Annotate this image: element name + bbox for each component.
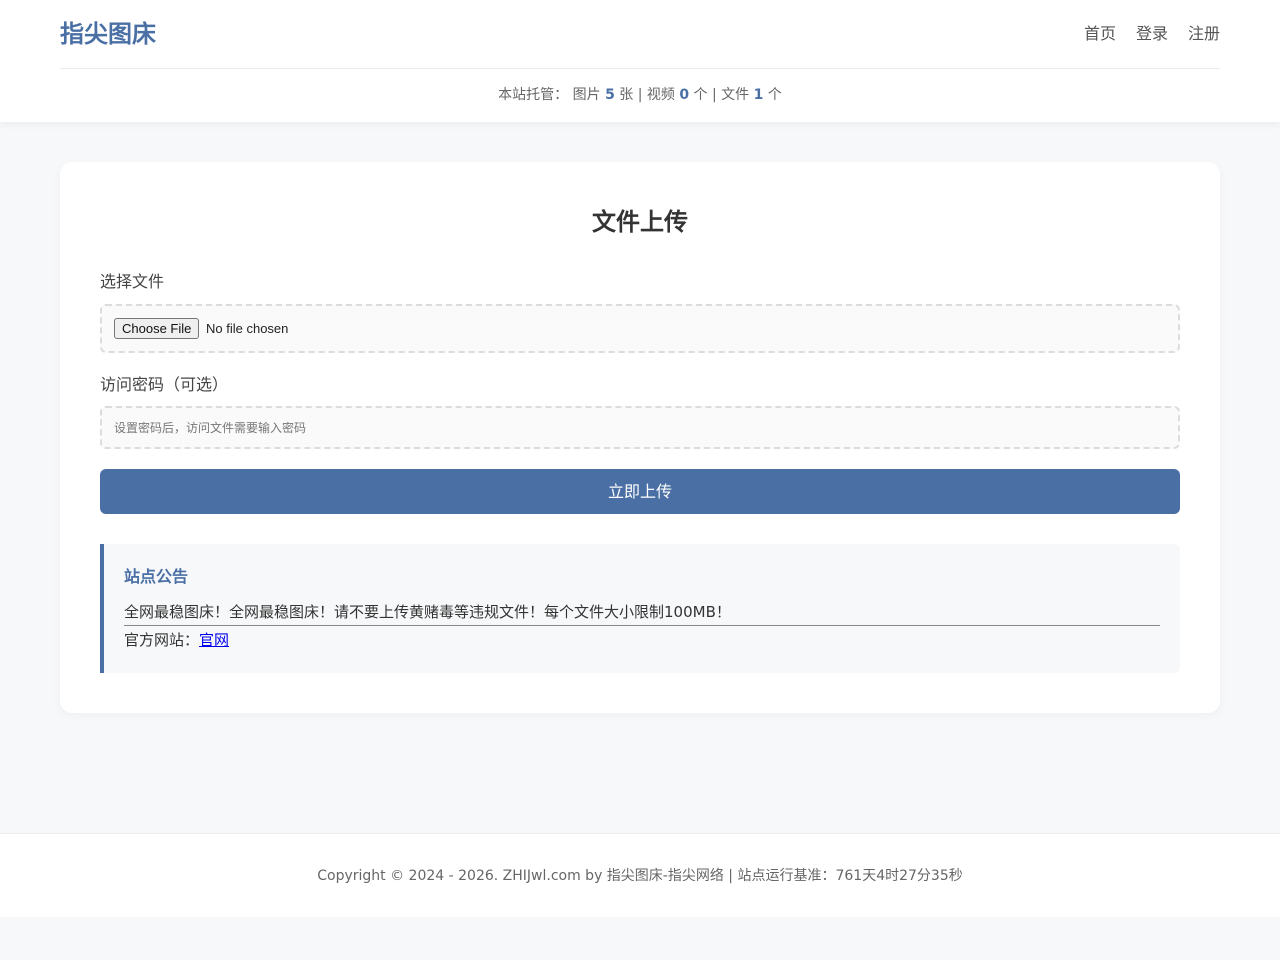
file-picker[interactable]: Choose File No file chosen <box>100 304 1180 353</box>
nav-register-link[interactable]: 注册 <box>1188 23 1220 45</box>
site-notice: 站点公告 全网最稳图床！全网最稳图床！请不要上传黄赌毒等违规文件！每个文件大小限… <box>100 544 1180 673</box>
page-title: 文件上传 <box>592 208 688 236</box>
stats-files-unit: 个 <box>767 87 782 103</box>
notice-official-site: 官方网站：官网 <box>124 629 229 651</box>
stats-prefix: 本站托管： <box>498 87 569 103</box>
official-site-label: 官方网站： <box>124 631 200 649</box>
hosting-stats: 本站托管： 图片 5 张 | 视频 0 个 | 文件 1 个 <box>498 87 782 103</box>
site-logo[interactable]: 指尖图床 <box>60 18 156 50</box>
file-label: 选择文件 <box>100 272 165 291</box>
header-bar: 指尖图床 首页 登录 注册 <box>60 0 1220 69</box>
notice-text: 全网最稳图床！全网最稳图床！请不要上传黄赌毒等违规文件！每个文件大小限制100M… <box>124 601 1160 626</box>
stats-files-count: 1 <box>753 87 764 103</box>
choose-file-button[interactable]: Choose File <box>114 318 200 339</box>
password-input[interactable] <box>102 408 1178 447</box>
top-nav: 首页 登录 注册 <box>1084 23 1220 45</box>
copyright-text: Copyright © 2024 - 2026. ZHIJwl.com by 指… <box>317 868 963 884</box>
stats-videos-label: 视频 <box>646 87 675 103</box>
nav-login-link[interactable]: 登录 <box>1136 23 1168 45</box>
stats-videos-unit: 个 <box>693 87 708 103</box>
nav-home-link[interactable]: 首页 <box>1084 23 1116 45</box>
site-footer: Copyright © 2024 - 2026. ZHIJwl.com by 指… <box>0 833 1280 917</box>
notice-title: 站点公告 <box>124 567 189 586</box>
stats-files-label: 文件 <box>721 87 750 103</box>
file-status-text: No file chosen <box>206 321 289 336</box>
upload-card: 文件上传 选择文件 Choose File No file chosen 访问密… <box>60 162 1220 713</box>
stats-images-label: 图片 <box>572 87 601 103</box>
official-site-link[interactable]: 官网 <box>199 631 229 649</box>
stats-videos-count: 0 <box>679 87 690 103</box>
site-header: 指尖图床 首页 登录 注册 本站托管： 图片 5 张 | 视频 0 个 | 文件… <box>0 0 1280 122</box>
stats-images-count: 5 <box>605 87 615 103</box>
upload-button[interactable]: 立即上传 <box>100 469 1180 514</box>
password-field-wrapper <box>100 406 1180 449</box>
stats-images-unit: 张 <box>619 87 634 103</box>
password-label: 访问密码（可选） <box>100 375 229 394</box>
